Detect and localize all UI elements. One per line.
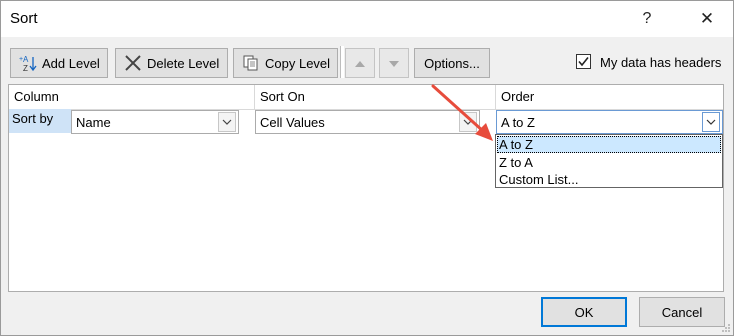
add-sort-level-icon: + A Z <box>18 53 38 73</box>
ok-button[interactable]: OK <box>541 297 627 327</box>
chevron-down-icon[interactable] <box>459 112 477 132</box>
order-dropdown-list: A to Z Z to A Custom List... <box>495 134 723 188</box>
svg-text:A: A <box>23 55 29 64</box>
order-select[interactable]: A to Z <box>496 110 723 134</box>
move-down-button[interactable] <box>379 48 409 78</box>
my-data-has-headers-label[interactable]: My data has headers <box>600 55 721 70</box>
add-level-button[interactable]: + A Z Add Level <box>10 48 108 78</box>
sort-on-header: Sort On <box>255 85 496 109</box>
checkmark-icon <box>578 57 589 67</box>
delete-level-button[interactable]: Delete Level <box>115 48 228 78</box>
cancel-label: Cancel <box>661 304 703 320</box>
order-option-z-to-a[interactable]: Z to A <box>497 154 721 171</box>
cancel-button[interactable]: Cancel <box>639 297 725 327</box>
title-bar: Sort ? ✕ <box>1 1 733 37</box>
sort-levels-grid: Column Sort On Order Sort by Name Cell V… <box>8 84 724 292</box>
options-label: Options... <box>424 55 480 71</box>
chevron-down-icon[interactable] <box>702 112 720 132</box>
copy-icon <box>241 53 261 73</box>
delete-level-label: Delete Level <box>147 55 220 71</box>
column-header: Column <box>9 85 255 109</box>
my-data-has-headers-checkbox[interactable] <box>576 54 591 69</box>
move-up-button[interactable] <box>345 48 375 78</box>
delete-x-icon <box>123 53 143 73</box>
sort-on-select[interactable]: Cell Values <box>255 110 480 134</box>
dialog-title: Sort <box>10 10 38 27</box>
chevron-down-icon[interactable] <box>218 112 236 132</box>
triangle-down-icon <box>388 56 400 71</box>
triangle-up-icon <box>354 56 366 71</box>
add-level-label: Add Level <box>42 55 100 71</box>
close-button[interactable]: ✕ <box>693 7 721 31</box>
order-header: Order <box>501 89 535 104</box>
sort-by-label: Sort by <box>12 111 54 126</box>
column-select[interactable]: Name <box>71 110 239 134</box>
column-select-value: Name <box>76 115 111 130</box>
resize-grip-icon[interactable] <box>721 323 731 333</box>
options-button[interactable]: Options... <box>414 48 490 78</box>
toolbar-separator <box>340 46 344 78</box>
copy-level-label: Copy Level <box>265 55 331 71</box>
ok-label: OK <box>574 304 594 320</box>
order-option-custom-list[interactable]: Custom List... <box>497 171 721 188</box>
order-option-a-to-z[interactable]: A to Z <box>497 136 721 153</box>
order-select-value: A to Z <box>501 115 535 130</box>
sort-on-select-value: Cell Values <box>260 115 325 130</box>
help-button[interactable]: ? <box>633 7 661 31</box>
svg-text:Z: Z <box>23 64 28 73</box>
copy-level-button[interactable]: Copy Level <box>233 48 338 78</box>
